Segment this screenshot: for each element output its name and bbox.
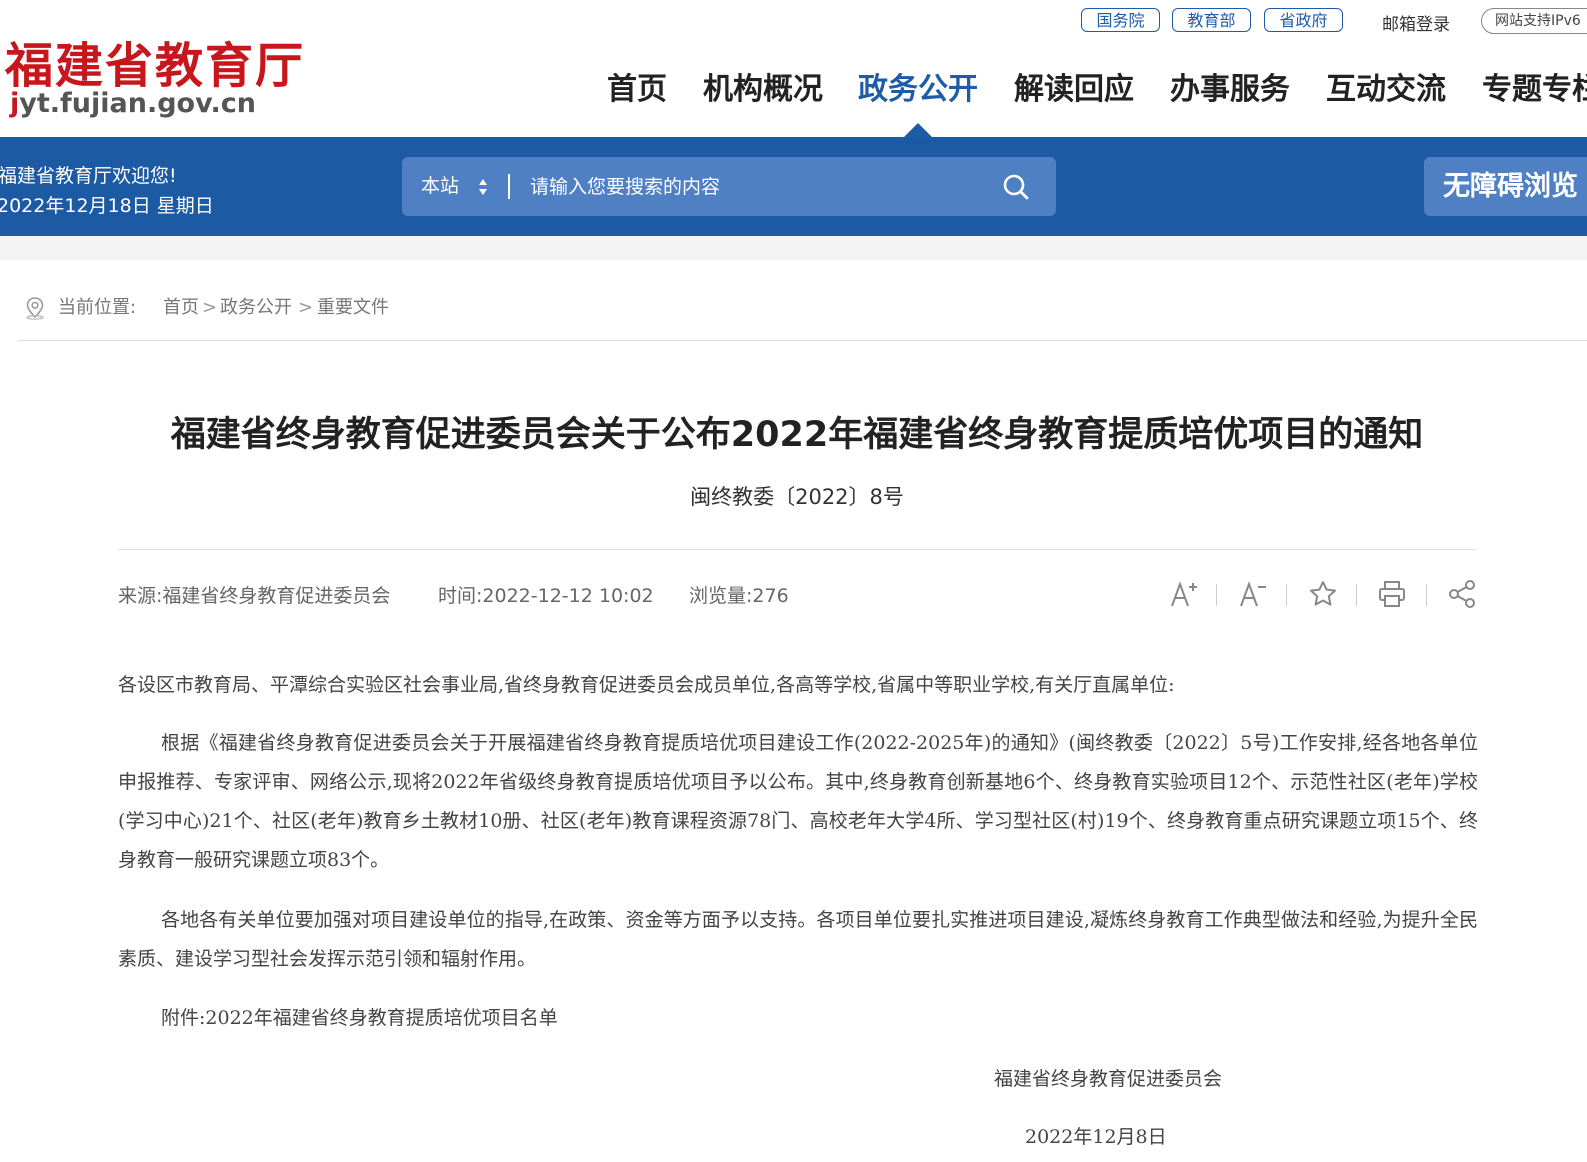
ipv6-badge: 网站支持IPv6 [1481,8,1587,34]
article-signature: 福建省终身教育促进委员会 [994,1068,1223,1090]
top-link-ministry-education[interactable]: 教育部 [1172,8,1251,32]
views-label: 浏览量: [689,585,753,607]
nav-item-home[interactable]: 首页 [607,70,667,110]
article-sign-date: 2022年12月8日 [1025,1126,1167,1148]
printer-icon[interactable] [1376,578,1408,610]
nav-item-government-affairs[interactable]: 政务公开 [858,70,978,110]
site-logo-title[interactable]: 福建省教育厅 [5,26,305,96]
time-value: 2022-12-12 10:02 [482,585,654,607]
star-icon[interactable] [1307,578,1339,610]
search-box: 本站 [402,157,1056,216]
site-header: 福建省教育厅 jyt.fujian.gov.cn 国务院 教育部 省政府 邮箱登… [0,0,1587,137]
meta-divider [118,549,1476,550]
nav-item-special-topics[interactable]: 专题专栏 [1482,70,1587,110]
font-decrease-icon[interactable] [1237,578,1269,610]
article-time: 时间:2022-12-12 10:02 [438,581,654,608]
toolbar-separator [1286,584,1287,606]
sort-arrows-icon[interactable] [478,177,488,197]
breadcrumb-divider [18,340,1587,341]
welcome-date: 2022年12月18日 星期日 [0,195,214,217]
breadcrumb-separator: > [298,297,314,318]
article-title: 福建省终身教育促进委员会关于公布2022年福建省终身教育提质培优项目的通知 [170,415,1424,455]
header-shadow-strip [0,236,1587,260]
site-logo-domain[interactable]: jyt.fujian.gov.cn [10,88,256,119]
article-source: 来源:福建省终身教育促进委员会 [118,581,390,608]
toolbar-separator [1426,584,1427,606]
toolbar-separator [1216,584,1217,606]
breadcrumb-government-affairs[interactable]: 政务公开 [220,295,292,321]
font-increase-icon[interactable] [1168,578,1200,610]
breadcrumb-label: 当前位置: [58,297,137,318]
nav-item-interpretation[interactable]: 解读回应 [1014,70,1134,110]
logo-domain-initial: j [10,88,20,119]
toolbar-separator [1356,584,1357,606]
source-value: 福建省终身教育促进委员会 [162,585,391,607]
mail-login-link[interactable]: 邮箱登录 [1382,10,1450,35]
article-attachment[interactable]: 附件:2022年福建省终身教育提质培优项目名单 [118,999,1478,1038]
welcome-greeting: 福建省教育厅欢迎您! [0,165,177,187]
search-banner: 福建省教育厅欢迎您! 2022年12月18日 星期日 本站 无障碍浏览 [0,137,1587,236]
nav-item-organization[interactable]: 机构概况 [703,70,823,110]
nav-item-services[interactable]: 办事服务 [1170,70,1290,110]
document-number: 闽终教委〔2022〕8号 [690,485,904,509]
article-paragraph-1: 根据《福建省终身教育促进委员会关于开展福建省终身教育提质培优项目建设工作(202… [118,732,1478,871]
top-link-provincial-government[interactable]: 省政府 [1264,8,1343,32]
breadcrumb-home[interactable]: 首页 [163,295,199,321]
logo-domain-rest: yt.fujian.gov.cn [19,88,256,119]
top-link-state-council[interactable]: 国务院 [1081,8,1160,32]
breadcrumb-important-documents[interactable]: 重要文件 [317,295,389,321]
search-scope-select[interactable]: 本站 [421,157,459,216]
nav-item-interaction[interactable]: 互动交流 [1326,70,1446,110]
accessibility-button[interactable]: 无障碍浏览 [1424,157,1587,216]
time-label: 时间: [438,585,483,607]
article-paragraph-2: 各地各有关单位要加强对项目建设单位的指导,在政策、资金等方面予以支持。各项目单位… [118,909,1478,970]
welcome-text: 福建省教育厅欢迎您! 2022年12月18日 星期日 [0,161,214,221]
nav-active-caret [904,123,932,137]
article-addressee: 各设区市教育局、平潭综合实验区社会事业局,省终身教育促进委员会成员单位,各高等学… [118,674,1175,696]
article-views: 浏览量:276 [689,581,789,608]
breadcrumb-separator: > [202,297,218,318]
source-label: 来源: [118,585,163,607]
share-icon[interactable] [1446,578,1478,610]
views-value: 276 [752,585,789,607]
search-input[interactable] [530,167,980,206]
search-scope-divider [508,174,510,199]
location-pin-icon [26,297,44,320]
search-icon[interactable] [1002,173,1030,201]
